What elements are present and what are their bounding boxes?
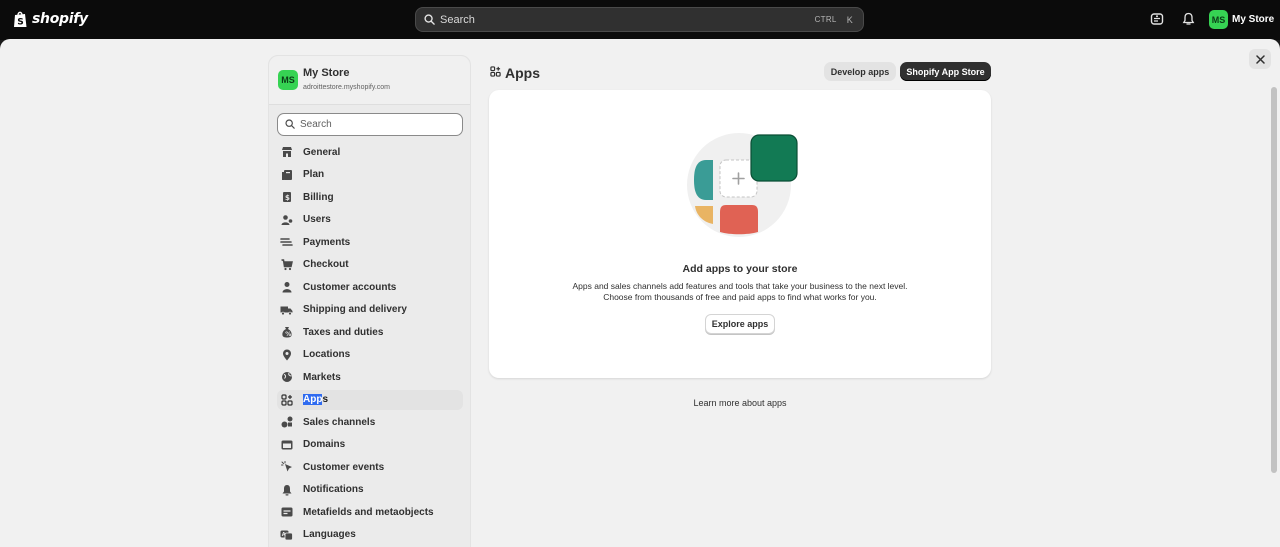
svg-text:%: % <box>285 331 291 338</box>
global-search-label: Search <box>440 13 475 26</box>
plan-icon <box>280 168 293 181</box>
sidebar-item-domains[interactable]: Domains <box>277 435 463 455</box>
account-store-name: My Store <box>1232 14 1275 25</box>
tax-icon: % <box>280 326 293 339</box>
page-title-text: Apps <box>505 65 540 81</box>
close-icon <box>1255 54 1265 64</box>
settings-sidebar: MS My Store adroittestore.myshopify.com … <box>268 55 471 547</box>
globe-icon <box>280 371 293 384</box>
shopify-logo[interactable]: S shopify <box>13 10 88 28</box>
sidebar-item-apps[interactable]: Apps <box>277 389 463 410</box>
sidebar-item-markets[interactable]: Markets <box>277 367 463 387</box>
bell-icon <box>280 483 293 496</box>
sidebar-item-plan[interactable]: Plan <box>277 165 463 185</box>
users-icon <box>280 213 293 226</box>
sidebar-item-billing[interactable]: $ Billing <box>277 187 463 207</box>
svg-text:S: S <box>17 18 23 28</box>
apps-icon <box>490 64 501 82</box>
top-bar: S shopify Search CTRL K MS My Store <box>0 0 1280 40</box>
search-icon <box>424 14 435 25</box>
shopify-app-store-button[interactable]: Shopify App Store <box>900 62 991 81</box>
selected-text: App <box>303 394 323 405</box>
sidebar-item-notifications[interactable]: Notifications <box>277 480 463 500</box>
person-icon <box>280 281 293 294</box>
cart-icon <box>280 258 293 271</box>
billing-icon: $ <box>280 191 293 204</box>
develop-apps-button[interactable]: Develop apps <box>824 62 896 81</box>
explore-apps-button[interactable]: Explore apps <box>705 314 775 334</box>
sidebar-item-checkout[interactable]: Checkout <box>277 255 463 275</box>
empty-state-card: Add apps to your store Apps and sales ch… <box>489 90 991 378</box>
domains-icon <box>280 438 293 451</box>
close-button[interactable] <box>1249 49 1271 69</box>
global-search-bar[interactable]: Search CTRL K <box>415 7 864 32</box>
learn-more-link[interactable]: Learn more about apps <box>489 398 991 408</box>
sidebar-item-taxes[interactable]: % Taxes and duties <box>277 322 463 342</box>
store-switcher-icon[interactable] <box>1150 12 1165 27</box>
cursor-icon <box>280 461 293 474</box>
sidebar-item-payments[interactable]: Payments <box>277 232 463 252</box>
account-menu[interactable]: MS My Store <box>1209 10 1274 29</box>
sidebar-item-users[interactable]: Users <box>277 210 463 230</box>
svg-text:$: $ <box>285 194 290 202</box>
store-avatar: MS <box>278 70 298 90</box>
metafields-icon <box>280 506 293 519</box>
empty-state-title: Add apps to your store <box>682 263 798 275</box>
brand-name: shopify <box>32 11 88 27</box>
svg-text:A: A <box>282 532 286 538</box>
settings-panel: MS My Store adroittestore.myshopify.com … <box>0 39 1280 547</box>
shopify-bag-icon: S <box>14 11 27 28</box>
location-icon <box>280 348 293 361</box>
store-icon <box>280 146 293 159</box>
truck-icon <box>280 303 293 316</box>
store-header[interactable]: MS My Store adroittestore.myshopify.com <box>269 56 470 105</box>
store-name: My Store <box>303 67 350 79</box>
apps-icon <box>280 393 293 406</box>
sidebar-item-label: Apps <box>303 394 329 405</box>
empty-state-description: Apps and sales channels add features and… <box>572 281 908 302</box>
store-domain: adroittestore.myshopify.com <box>303 84 391 91</box>
sidebar-item-metafields[interactable]: Metafields and metaobjects <box>277 502 463 522</box>
sidebar-item-languages[interactable]: A Languages <box>277 525 463 545</box>
page-title: Apps <box>490 64 540 82</box>
channels-icon <box>280 416 293 429</box>
payments-icon <box>280 236 293 249</box>
sidebar-item-general[interactable]: General <box>277 142 463 162</box>
avatar: MS <box>1209 10 1228 29</box>
settings-search-input[interactable] <box>300 119 450 130</box>
search-icon <box>285 116 295 134</box>
sidebar-item-locations[interactable]: Locations <box>277 345 463 365</box>
settings-search[interactable] <box>277 113 463 136</box>
scrollbar[interactable] <box>1271 87 1277 473</box>
apps-illustration <box>687 133 798 237</box>
sidebar-item-customer-accounts[interactable]: Customer accounts <box>277 277 463 297</box>
sidebar-item-sales-channels[interactable]: Sales channels <box>277 412 463 432</box>
settings-nav: General Plan $ Billing Users Payments Ch… <box>277 142 463 547</box>
bell-icon[interactable] <box>1182 12 1197 27</box>
languages-icon: A <box>280 528 293 541</box>
sidebar-item-customer-events[interactable]: Customer events <box>277 457 463 477</box>
sidebar-item-shipping[interactable]: Shipping and delivery <box>277 300 463 320</box>
shortcut-ctrl: CTRL <box>814 15 837 24</box>
shortcut-key: K <box>846 14 853 25</box>
